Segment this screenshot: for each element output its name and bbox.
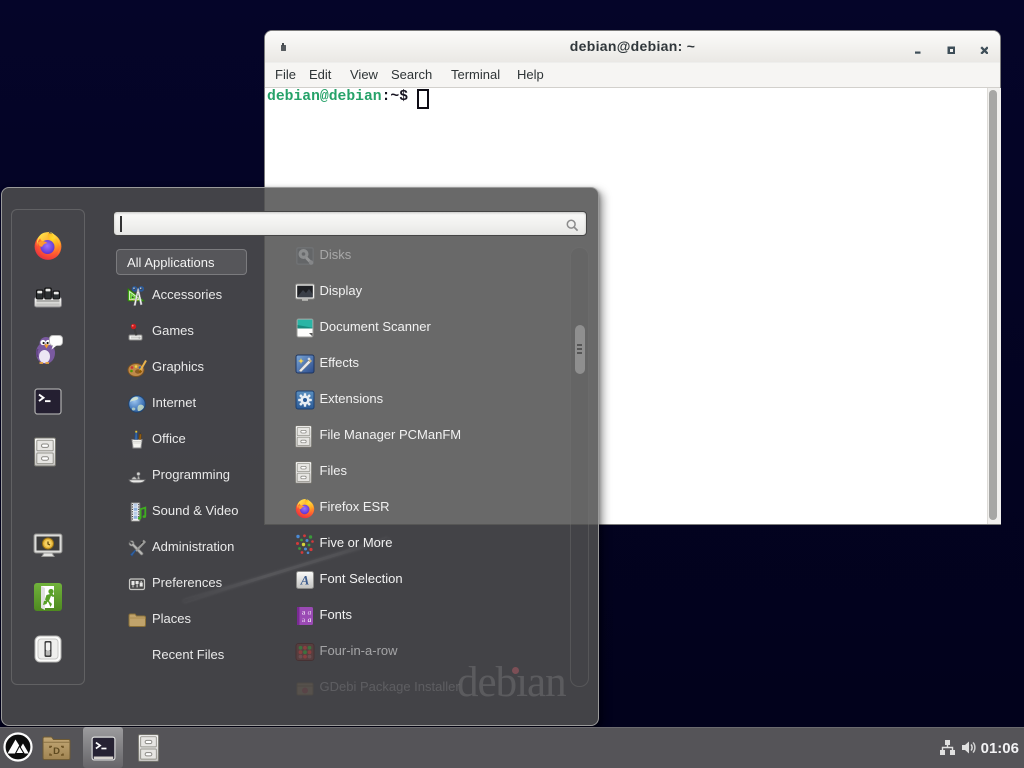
svg-text:a: a xyxy=(308,615,312,624)
svg-text:D: D xyxy=(53,746,60,757)
svg-text:A: A xyxy=(300,573,310,588)
